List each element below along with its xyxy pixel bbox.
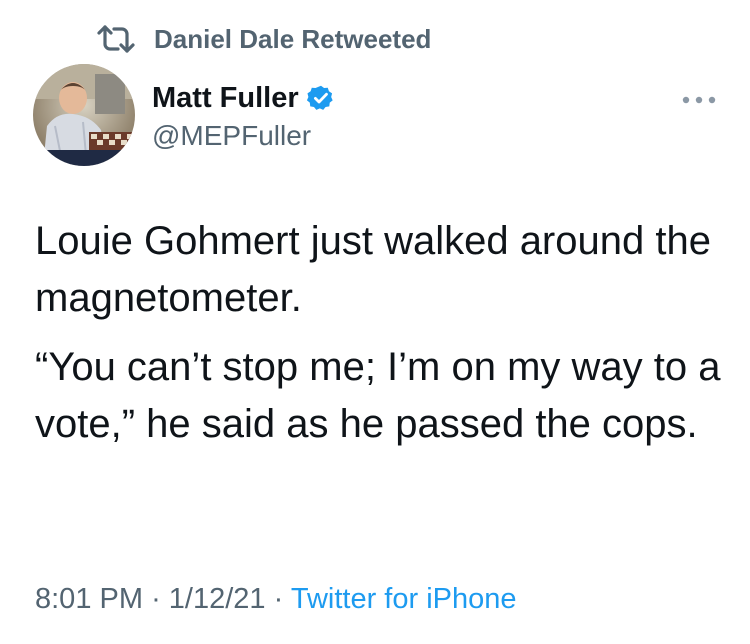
retweet-context: Daniel Dale Retweeted [96, 22, 431, 56]
meta-separator: · [273, 583, 284, 615]
avatar[interactable] [33, 64, 135, 166]
retweet-icon [97, 25, 135, 53]
meta-separator: · [151, 583, 161, 615]
tweet-time[interactable]: 8:01 PM [35, 583, 143, 615]
display-name[interactable]: Matt Fuller [152, 82, 299, 115]
retweet-label[interactable]: Daniel Dale Retweeted [154, 24, 431, 55]
tweet-paragraph: Louie Gohmert just walked around the mag… [35, 219, 711, 320]
author-block: Matt Fuller @MEPFuller [152, 80, 335, 152]
tweet-meta: 8:01 PM · 1/12/21 · Twitter for iPhone [35, 583, 517, 616]
avatar-image [33, 64, 135, 166]
more-icon[interactable] [681, 92, 717, 108]
verified-badge-icon [306, 85, 333, 110]
source-link[interactable]: Twitter for iPhone [291, 583, 517, 615]
name-row: Matt Fuller [152, 80, 335, 116]
handle[interactable]: @MEPFuller [152, 120, 335, 152]
tweet-date[interactable]: 1/12/21 [169, 583, 266, 615]
tweet-text: Louie Gohmert just walked around the mag… [35, 213, 725, 453]
tweet-paragraph: “You can’t stop me; I’m on my way to a v… [35, 345, 721, 446]
